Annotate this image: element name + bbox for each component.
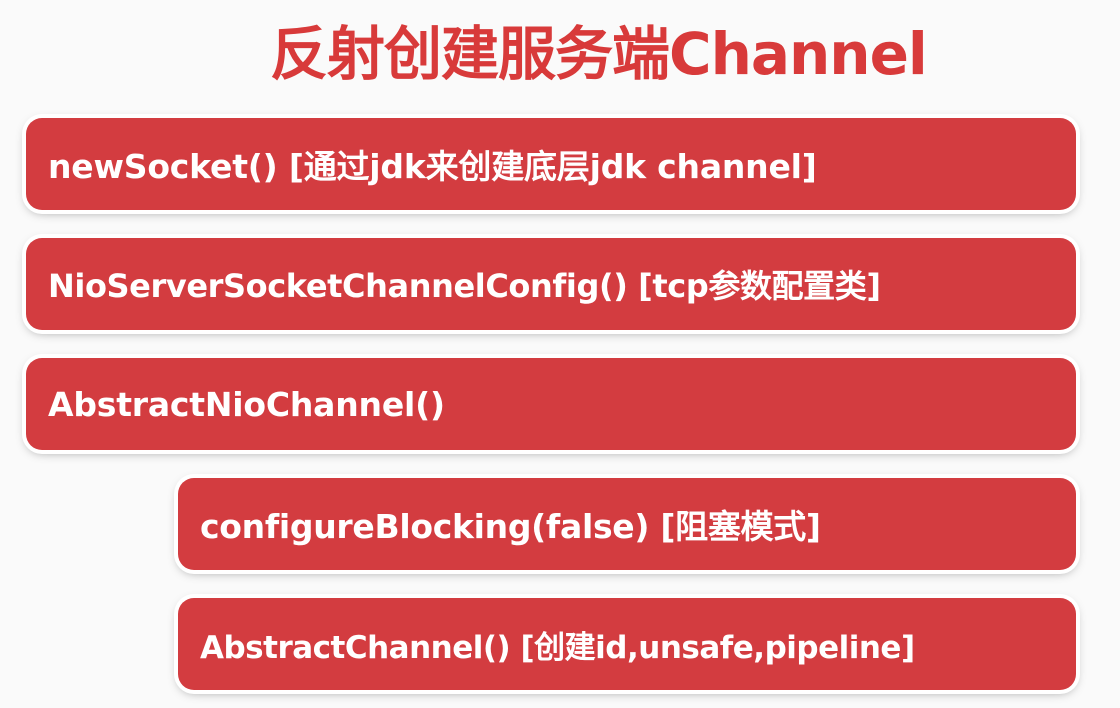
step-box-abstract-nio-channel: AbstractNioChannel() bbox=[26, 358, 1076, 450]
step-label: configureBlocking(false) [阻塞模式] bbox=[200, 507, 821, 546]
step-box-configure-blocking: configureBlocking(false) [阻塞模式] bbox=[178, 478, 1076, 570]
slide-title: 反射创建服务端Channel bbox=[270, 20, 928, 88]
step-label: NioServerSocketChannelConfig() [tcp参数配置类… bbox=[48, 267, 881, 305]
step-label: AbstractNioChannel() bbox=[48, 384, 445, 424]
step-box-new-socket: newSocket() [通过jdk来创建底层jdk channel] bbox=[26, 118, 1076, 210]
step-label: newSocket() [通过jdk来创建底层jdk channel] bbox=[48, 147, 817, 186]
step-label: AbstractChannel() [创建id,unsafe,pipeline] bbox=[200, 629, 915, 666]
step-box-nio-server-socket-channel-config: NioServerSocketChannelConfig() [tcp参数配置类… bbox=[26, 238, 1076, 330]
step-box-abstract-channel: AbstractChannel() [创建id,unsafe,pipeline] bbox=[178, 598, 1076, 690]
